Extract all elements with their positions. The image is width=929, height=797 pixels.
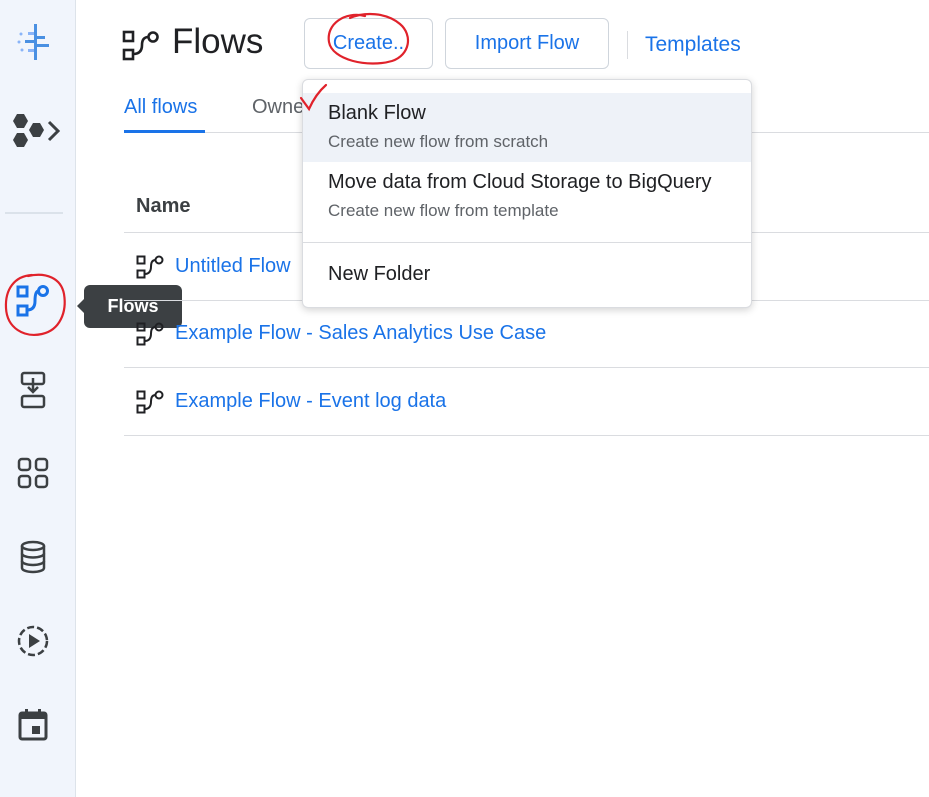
row-divider (124, 435, 929, 436)
database-icon[interactable] (12, 536, 54, 578)
flow-row-icon (136, 390, 164, 419)
flows-icon[interactable] (12, 280, 54, 322)
row-divider (124, 367, 929, 368)
sidebar (0, 0, 76, 797)
menu-item-blank-flow[interactable]: Blank Flow Create new flow from scratch (303, 93, 751, 162)
menu-item-title: New Folder (328, 263, 431, 285)
page-title: Flows (172, 22, 264, 61)
templates-link[interactable]: Templates (645, 33, 741, 57)
flow-row-link[interactable]: Untitled Flow (175, 255, 291, 278)
calendar-icon[interactable] (12, 704, 54, 746)
menu-item-move-data-template[interactable]: Move data from Cloud Storage to BigQuery… (303, 162, 751, 232)
app-logo-icon[interactable] (12, 21, 54, 63)
pipeline-import-icon[interactable] (12, 369, 54, 411)
menu-item-title: Blank Flow (328, 102, 426, 124)
sidebar-divider (5, 212, 63, 214)
active-tab-indicator (124, 130, 205, 133)
flows-title-icon (122, 30, 160, 67)
toolbar-divider (627, 31, 628, 59)
create-dropdown-menu: Blank Flow Create new flow from scratch … (302, 79, 752, 308)
menu-item-subtitle: Create new flow from scratch (328, 132, 549, 151)
menu-divider (303, 242, 751, 243)
menu-item-title: Move data from Cloud Storage to BigQuery (328, 171, 712, 193)
column-header-name[interactable]: Name (136, 195, 190, 218)
play-circle-icon[interactable] (12, 620, 54, 662)
menu-item-subtitle: Create new flow from template (328, 201, 559, 220)
flow-row-icon (136, 322, 164, 351)
create-button[interactable]: Create.. (304, 18, 433, 69)
apps-grid-icon[interactable] (12, 452, 54, 494)
flows-tooltip: Flows (77, 285, 182, 328)
tab-owned[interactable]: Owne (252, 96, 304, 119)
tab-all-flows[interactable]: All flows (124, 96, 197, 119)
flow-row-icon (136, 255, 164, 284)
menu-item-new-folder[interactable]: New Folder (303, 250, 751, 300)
flow-row-link[interactable]: Example Flow - Sales Analytics Use Case (175, 322, 546, 345)
import-flow-button[interactable]: Import Flow (445, 18, 609, 69)
flow-row-link[interactable]: Example Flow - Event log data (175, 390, 446, 413)
hexagon-nodes-icon[interactable] (8, 110, 64, 152)
